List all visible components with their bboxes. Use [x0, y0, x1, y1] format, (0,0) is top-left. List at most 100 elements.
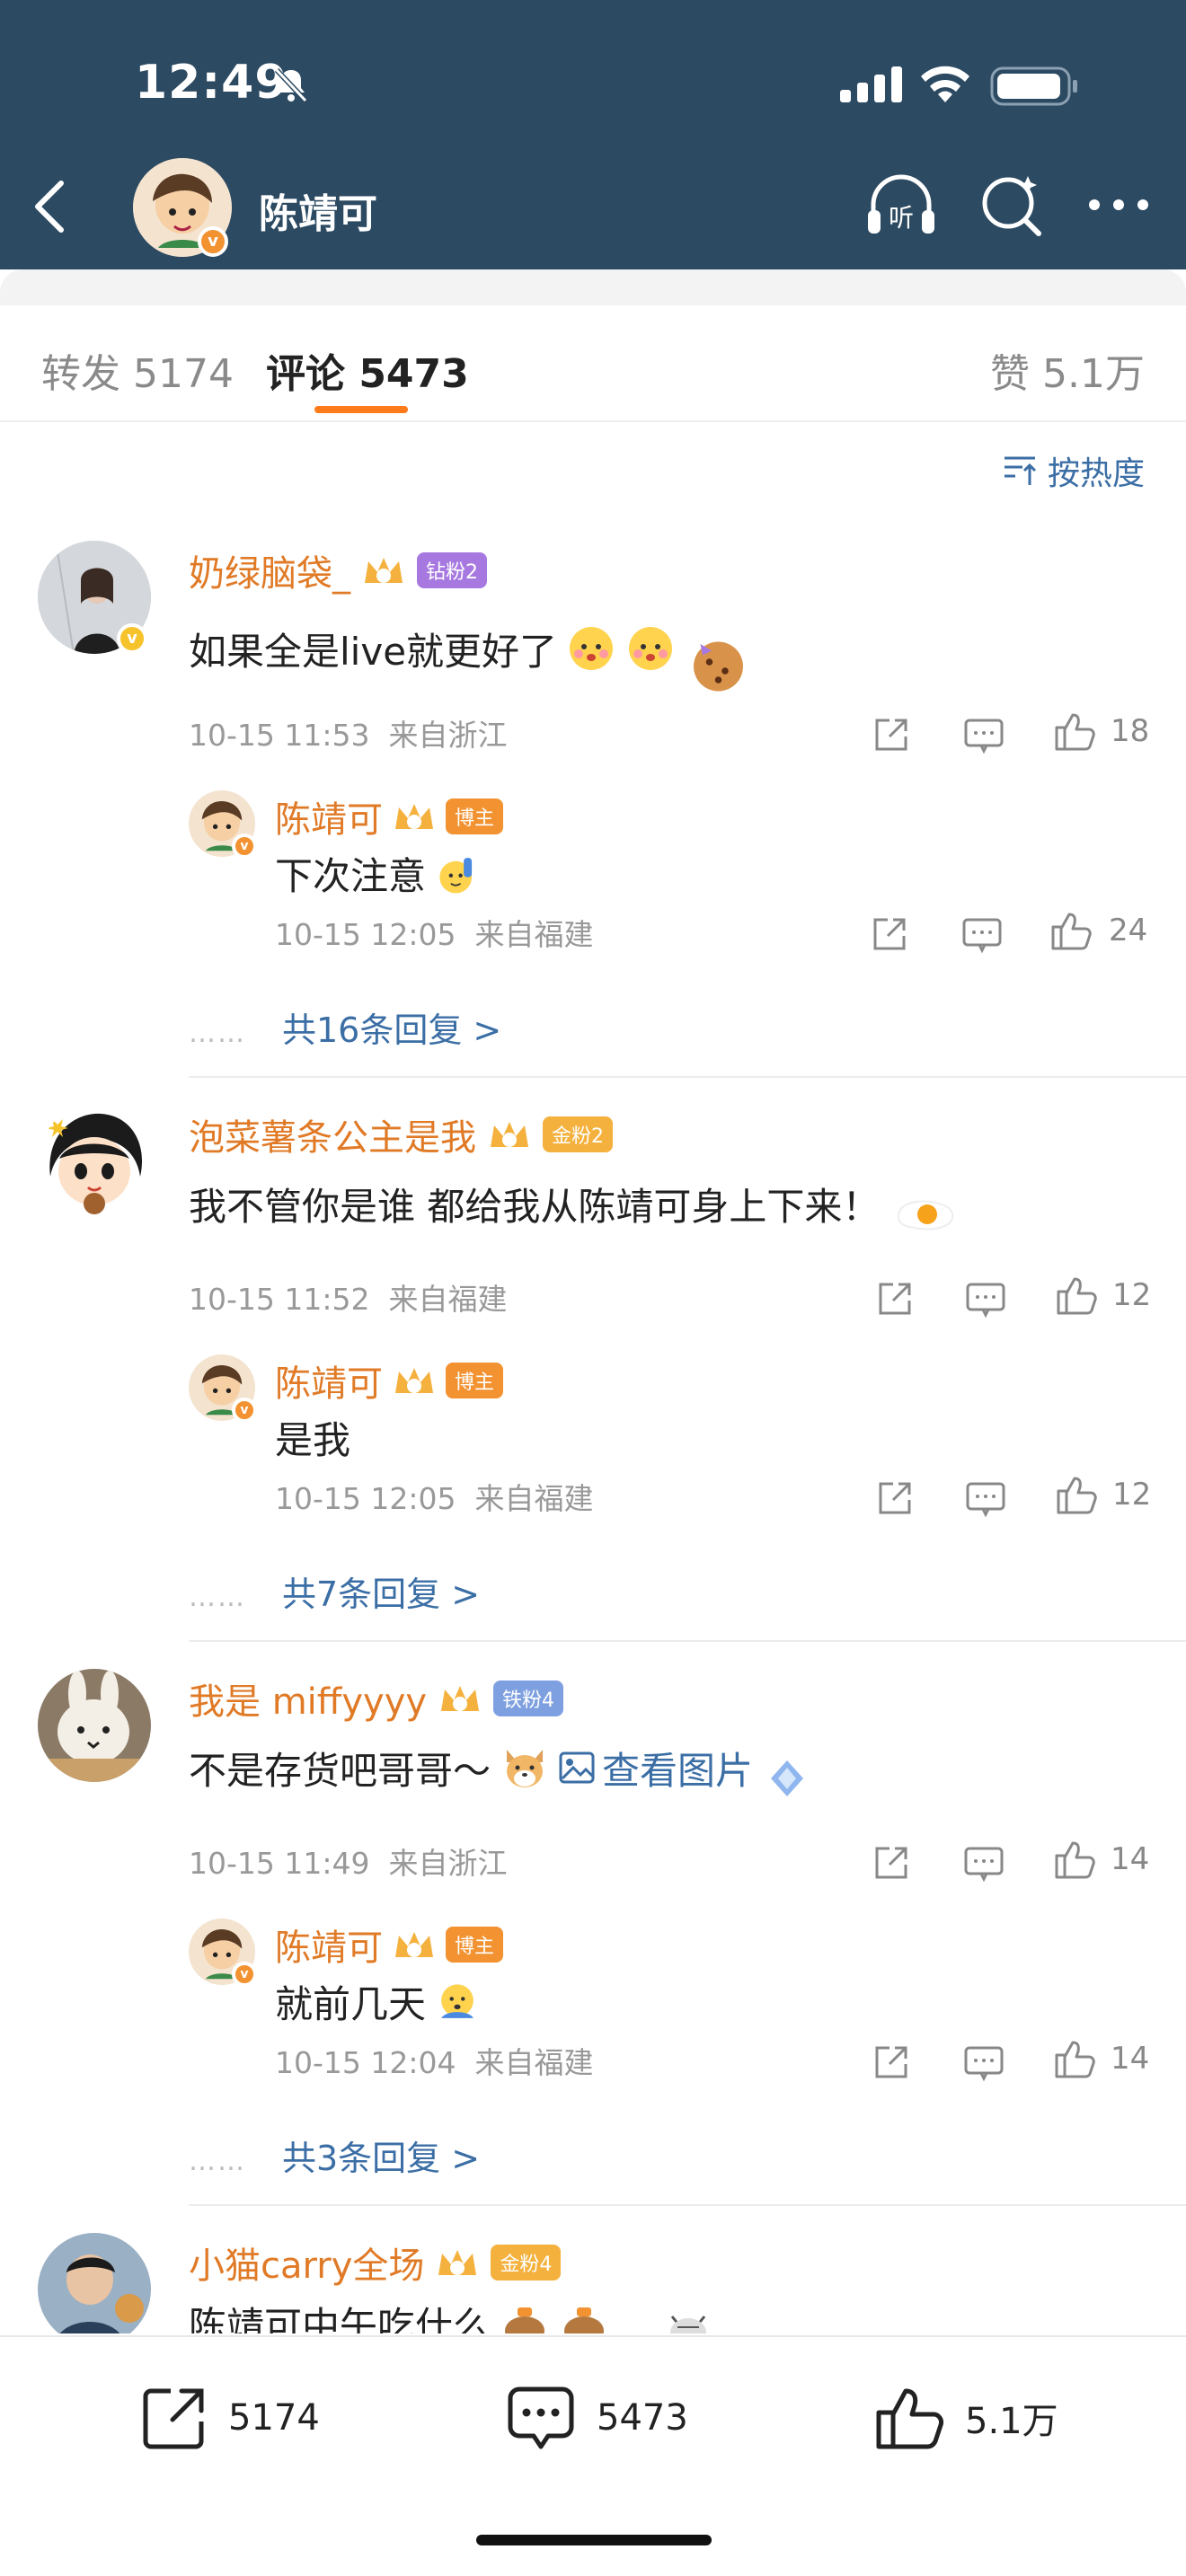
like-icon[interactable]	[1055, 1270, 1098, 1320]
fan-badge: 钻粉2	[417, 552, 487, 588]
comment-bubble-icon	[508, 2386, 574, 2449]
more-icon[interactable]	[1087, 198, 1150, 212]
comment-item: 小猫carry全场 金粉4 陈靖可中午吃什么	[0, 2233, 1186, 2333]
reply-item: v 陈靖可 博主 下次注意 10-15 12:05 来自福建	[189, 790, 1186, 952]
more-replies-link[interactable]: …… 共16条回复 >	[189, 1002, 501, 1052]
reply-item: v 陈靖可 博主 是我 10-15 12:05 来自福建	[189, 1354, 1186, 1516]
reply-author[interactable]: 陈靖可	[275, 790, 383, 842]
nav-bar: v 陈靖可 听	[0, 153, 1186, 260]
crown-icon	[395, 1368, 433, 1393]
status-bar: 12:49	[0, 56, 1186, 110]
comment-text: 我不管你是谁 都给我从陈靖可身上下来！	[189, 1184, 881, 1229]
more-replies-link[interactable]: …… 共7条回复 >	[189, 1566, 480, 1616]
more-replies-link[interactable]: …… 共3条回复 >	[189, 2130, 480, 2180]
cookie-sticker-icon	[694, 641, 744, 692]
divider	[189, 1076, 1186, 1078]
avatar[interactable]	[38, 1105, 151, 1218]
like-icon[interactable]	[1055, 1469, 1098, 1520]
reply-header: 陈靖可 博主	[275, 1354, 504, 1407]
like-total: 5.1万	[965, 2401, 1058, 2442]
crown-icon	[395, 804, 433, 829]
comment-icon[interactable]	[963, 1838, 1005, 1888]
tab-comments[interactable]: 评论 5473	[266, 341, 469, 399]
like-count: 12	[1112, 1477, 1152, 1513]
search-icon[interactable]	[979, 172, 1044, 237]
reply-time: 10-15 12:05 来自福建	[275, 1481, 594, 1516]
thinking-emoji-icon	[441, 1983, 474, 2018]
image-icon	[559, 1751, 595, 1784]
avatar[interactable]	[38, 2233, 151, 2333]
dots-icon: ……	[189, 1018, 246, 1049]
reply-author[interactable]: 陈靖可	[275, 1354, 383, 1407]
comment-text: 如果全是live就更好了	[189, 629, 558, 674]
listen-icon[interactable]: 听	[864, 169, 938, 243]
like-icon[interactable]	[1053, 2033, 1096, 2084]
crown-icon	[395, 1932, 433, 1957]
reply-time: 10-15 12:05 来自福建	[275, 917, 594, 952]
fan-badge: 金粉2	[543, 1116, 613, 1152]
verified-badge: v	[232, 1962, 257, 1987]
comment-button[interactable]: 5473	[505, 2384, 688, 2452]
repost-icon	[143, 2388, 204, 2449]
bell-slash-icon	[274, 67, 308, 103]
share-icon[interactable]	[872, 2037, 911, 2087]
tab-likes[interactable]: 赞 5.1万	[990, 341, 1145, 399]
avatar[interactable]	[38, 1669, 151, 1782]
page-title: 陈靖可	[259, 191, 377, 237]
capybara-emoji-icon	[564, 2307, 605, 2333]
reply-text: 是我	[275, 1418, 351, 1462]
share-icon[interactable]	[872, 710, 911, 760]
home-indicator	[476, 2535, 712, 2545]
salute-emoji-icon	[439, 857, 473, 893]
comment-time: 10-15 11:53 来自浙江	[189, 718, 508, 753]
crown-icon	[491, 1122, 528, 1147]
comment-author[interactable]: 泡菜薯条公主是我	[189, 1108, 476, 1160]
back-arrow-icon[interactable]	[29, 178, 74, 235]
cute-face-emoji-icon	[629, 627, 673, 670]
comment-text-row: 如果全是live就更好了	[189, 604, 748, 693]
like-icon[interactable]	[1053, 1834, 1096, 1884]
comment-header: 奶绿脑袋_ 钻粉2	[189, 544, 487, 596]
comment-icon[interactable]	[965, 1274, 1006, 1324]
like-icon[interactable]	[1049, 905, 1093, 956]
share-icon[interactable]	[872, 1838, 911, 1888]
share-icon[interactable]	[875, 1473, 915, 1523]
sort-button[interactable]: 按热度	[1003, 447, 1145, 494]
sort-label: 按热度	[1047, 455, 1145, 492]
like-icon[interactable]	[1053, 706, 1096, 756]
like-count: 24	[1109, 913, 1148, 948]
view-image-link[interactable]: 查看图片	[559, 1741, 753, 1795]
comment-author[interactable]: 奶绿脑袋_	[189, 544, 350, 596]
repost-button[interactable]: 5174	[140, 2384, 320, 2452]
share-icon[interactable]	[875, 1274, 915, 1324]
verified-badge: v	[232, 834, 257, 859]
thumbs-up-icon	[876, 2388, 943, 2449]
comment-icon[interactable]	[963, 2037, 1005, 2087]
reply-text-row: 就前几天	[275, 1974, 480, 2029]
dots-icon: ……	[189, 1582, 246, 1613]
author-badge: 博主	[446, 1363, 504, 1398]
divider	[189, 2204, 1186, 2206]
divider	[189, 1640, 1186, 1642]
header: 12:49 v 陈靖可 听	[0, 0, 1186, 269]
comment-icon[interactable]	[963, 710, 1005, 760]
reply-time: 10-15 12:04 来自福建	[275, 2045, 594, 2080]
comment-icon[interactable]	[961, 909, 1003, 959]
like-button[interactable]: 5.1万	[873, 2384, 1058, 2452]
capybara-emoji-icon	[505, 2307, 545, 2333]
comment-icon[interactable]	[965, 1473, 1006, 1523]
comment-author[interactable]: 我是 miffyyyy	[189, 1672, 427, 1725]
comment-header: 泡菜薯条公主是我 金粉2	[189, 1108, 613, 1160]
comment-count: 5473	[597, 2397, 688, 2439]
author-badge: 博主	[446, 798, 504, 834]
reply-author[interactable]: 陈靖可	[275, 1919, 383, 1971]
comment-author[interactable]: 小猫carry全场	[189, 2236, 424, 2289]
author-badge: 博主	[446, 1927, 504, 1963]
cute-face-emoji-icon	[570, 627, 614, 670]
sort-icon	[1004, 456, 1037, 485]
share-icon[interactable]	[870, 909, 909, 959]
crown-icon	[365, 558, 403, 583]
comment-time: 10-15 11:49 来自浙江	[189, 1846, 508, 1881]
tab-reposts[interactable]: 转发 5174	[41, 341, 234, 399]
reply-text: 就前几天	[275, 1982, 427, 2026]
